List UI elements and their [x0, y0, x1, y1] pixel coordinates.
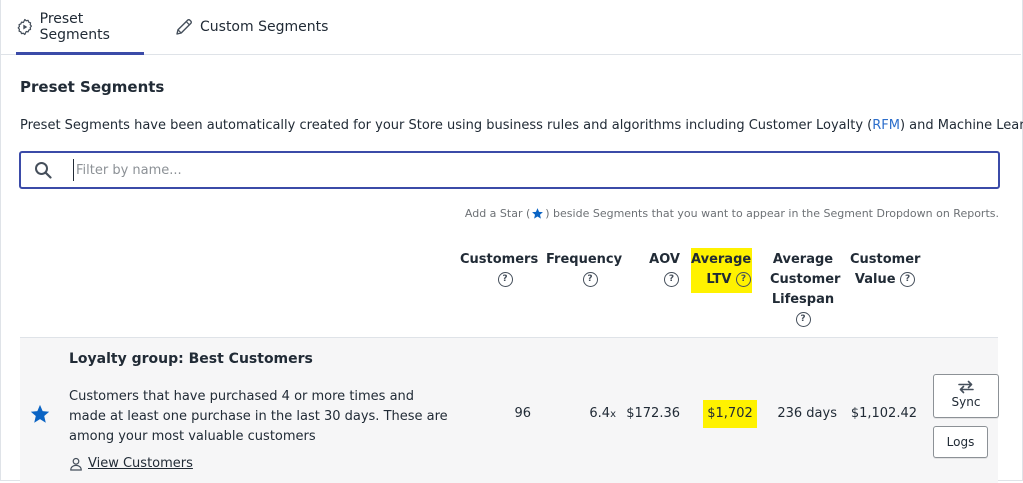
column-header-average-ltv: Average LTV ? — [691, 248, 752, 293]
column-header-frequency: Frequency ? — [546, 250, 622, 290]
help-icon[interactable]: ? — [900, 272, 916, 287]
gear-play-icon — [17, 18, 33, 36]
description-text: Preset Segments have been automatically … — [20, 118, 873, 133]
cell-average-ltv: $1,702 — [703, 400, 757, 428]
sync-icon — [958, 380, 974, 394]
help-icon[interactable]: ? — [582, 272, 598, 287]
segment-description: Customers that have purchased 4 or more … — [69, 389, 448, 444]
view-customers-link[interactable]: View Customers — [69, 456, 193, 471]
cell-frequency: 6.4x — [589, 406, 616, 421]
column-header-customers: Customers ? — [460, 250, 538, 290]
cell-customer-value: $1,102.42 — [850, 406, 917, 421]
search-box — [19, 151, 1000, 189]
star-icon — [532, 208, 544, 219]
tab-custom-segments[interactable]: Custom Segments — [174, 0, 328, 54]
tab-label: Preset Segments — [39, 11, 110, 43]
section-description: Preset Segments have been automatically … — [20, 118, 1023, 133]
search-icon — [35, 162, 52, 179]
table-row: Loyalty group: Best Customers Customers … — [20, 337, 999, 483]
description-text: ) and Machine Learning. — [899, 118, 1023, 133]
sync-label: Sync — [951, 395, 981, 409]
section-title: Preset Segments — [20, 78, 165, 96]
help-icon[interactable]: ? — [664, 272, 679, 287]
logs-button[interactable]: Logs — [933, 426, 988, 458]
column-header-aov: AOV ? — [640, 250, 680, 290]
hint-text: ) beside Segments that you want to appea… — [545, 207, 999, 220]
tab-preset-segments[interactable]: Preset Segments — [16, 0, 144, 55]
rfm-link[interactable]: RFM — [872, 118, 900, 133]
column-header-average-customer-lifespan: Average Customer Lifespan ? — [770, 250, 840, 330]
cell-customers: 96 — [514, 406, 531, 421]
search-input[interactable] — [73, 159, 976, 181]
help-icon[interactable]: ? — [795, 312, 811, 327]
sync-button[interactable]: Sync — [933, 374, 999, 418]
cell-lifespan: 236 days — [777, 406, 837, 421]
star-icon[interactable] — [29, 403, 51, 425]
tab-label: Custom Segments — [200, 19, 329, 35]
column-header-customer-value: Customer Value ? — [850, 252, 921, 287]
pencil-icon — [176, 19, 192, 35]
help-icon[interactable]: ? — [497, 272, 513, 287]
tab-bar: Preset Segments Custom Segments — [0, 0, 1021, 55]
segment-title: Loyalty group: Best Customers — [69, 351, 313, 367]
star-hint: Add a Star ( ) beside Segments that you … — [465, 207, 999, 220]
cell-aov: $172.36 — [626, 406, 680, 421]
user-icon — [70, 457, 82, 471]
help-icon[interactable]: ? — [736, 272, 751, 287]
hint-text: Add a Star ( — [464, 207, 531, 220]
